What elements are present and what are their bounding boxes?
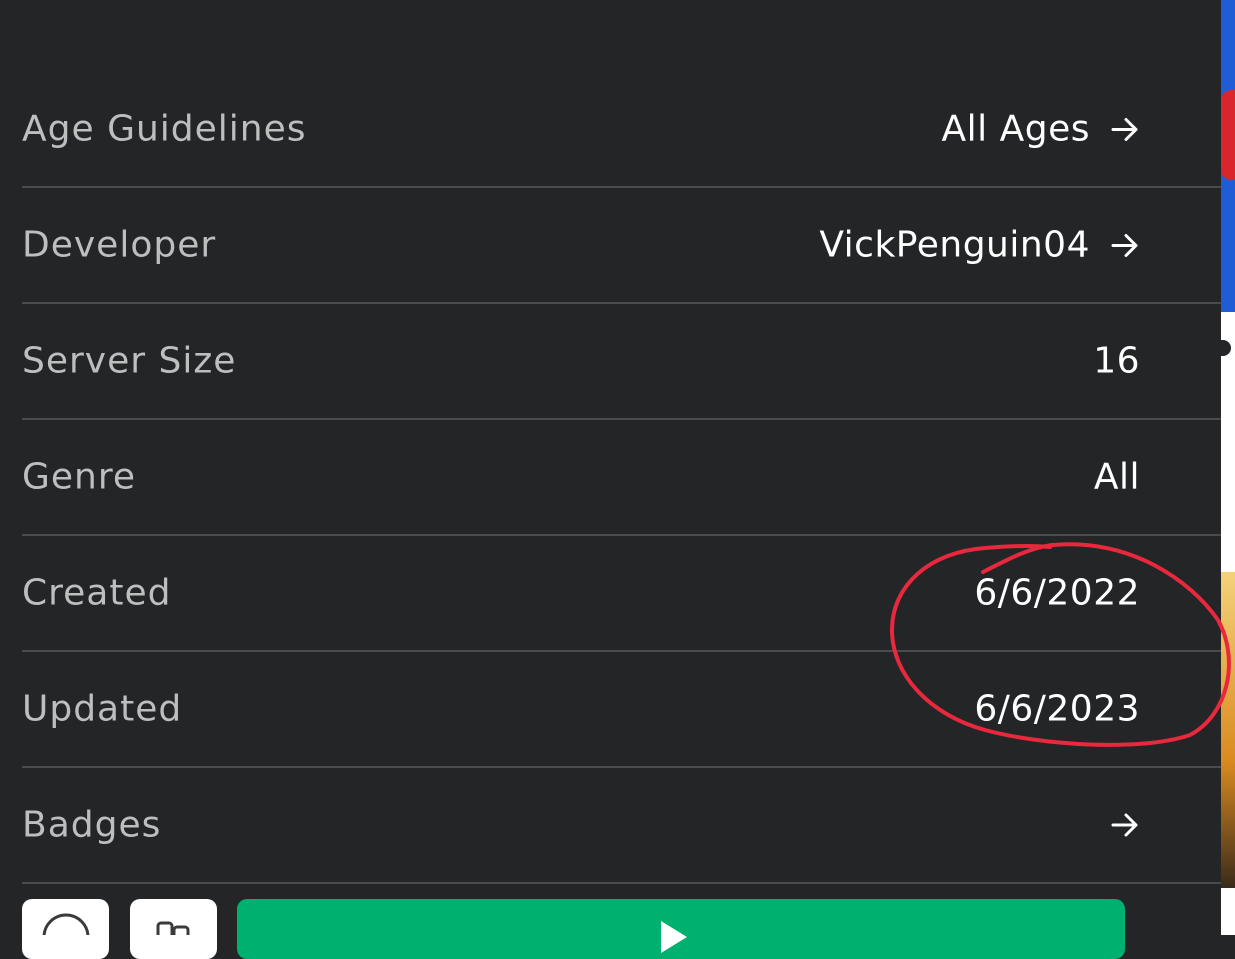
row-developer[interactable]: Developer VickPenguin04 [22, 188, 1221, 304]
server-size-value: 16 [1093, 340, 1140, 382]
developer-value[interactable]: VickPenguin04 [819, 225, 1140, 266]
play-icon [661, 921, 687, 953]
arrow-right-icon [1110, 114, 1140, 144]
row-updated: Updated 6/6/2023 [22, 652, 1221, 768]
developer-label: Developer [22, 224, 217, 266]
play-button[interactable] [237, 899, 1125, 959]
genre-label: Genre [22, 456, 137, 498]
developer-name: VickPenguin04 [819, 224, 1090, 266]
badges-value[interactable] [1110, 810, 1140, 840]
row-genre: Genre All [22, 420, 1221, 536]
row-age-guidelines[interactable]: Age Guidelines All Ages [22, 72, 1221, 188]
age-guidelines-value[interactable]: All Ages [942, 109, 1140, 150]
created-value: 6/6/2022 [974, 572, 1140, 614]
row-badges[interactable]: Badges [22, 768, 1221, 884]
chat-button[interactable] [22, 899, 109, 959]
friends-button[interactable] [130, 899, 217, 959]
updated-label: Updated [22, 688, 183, 730]
age-guidelines-label: Age Guidelines [22, 108, 307, 150]
created-label: Created [22, 572, 172, 614]
row-server-size: Server Size 16 [22, 304, 1221, 420]
server-size-label: Server Size [22, 340, 237, 382]
row-created: Created 6/6/2022 [22, 536, 1221, 652]
arrow-right-icon [1110, 810, 1140, 840]
genre-value: All [1093, 456, 1140, 498]
badges-label: Badges [22, 804, 162, 846]
age-guidelines-text: All Ages [941, 108, 1090, 150]
background-thumbnail [1221, 572, 1235, 888]
arrow-right-icon [1110, 230, 1140, 260]
background-logo [1221, 90, 1235, 180]
game-details-panel: Age Guidelines All Ages Developer VickPe… [0, 0, 1221, 959]
updated-value: 6/6/2023 [974, 688, 1140, 730]
background-content-strip [1221, 0, 1235, 935]
